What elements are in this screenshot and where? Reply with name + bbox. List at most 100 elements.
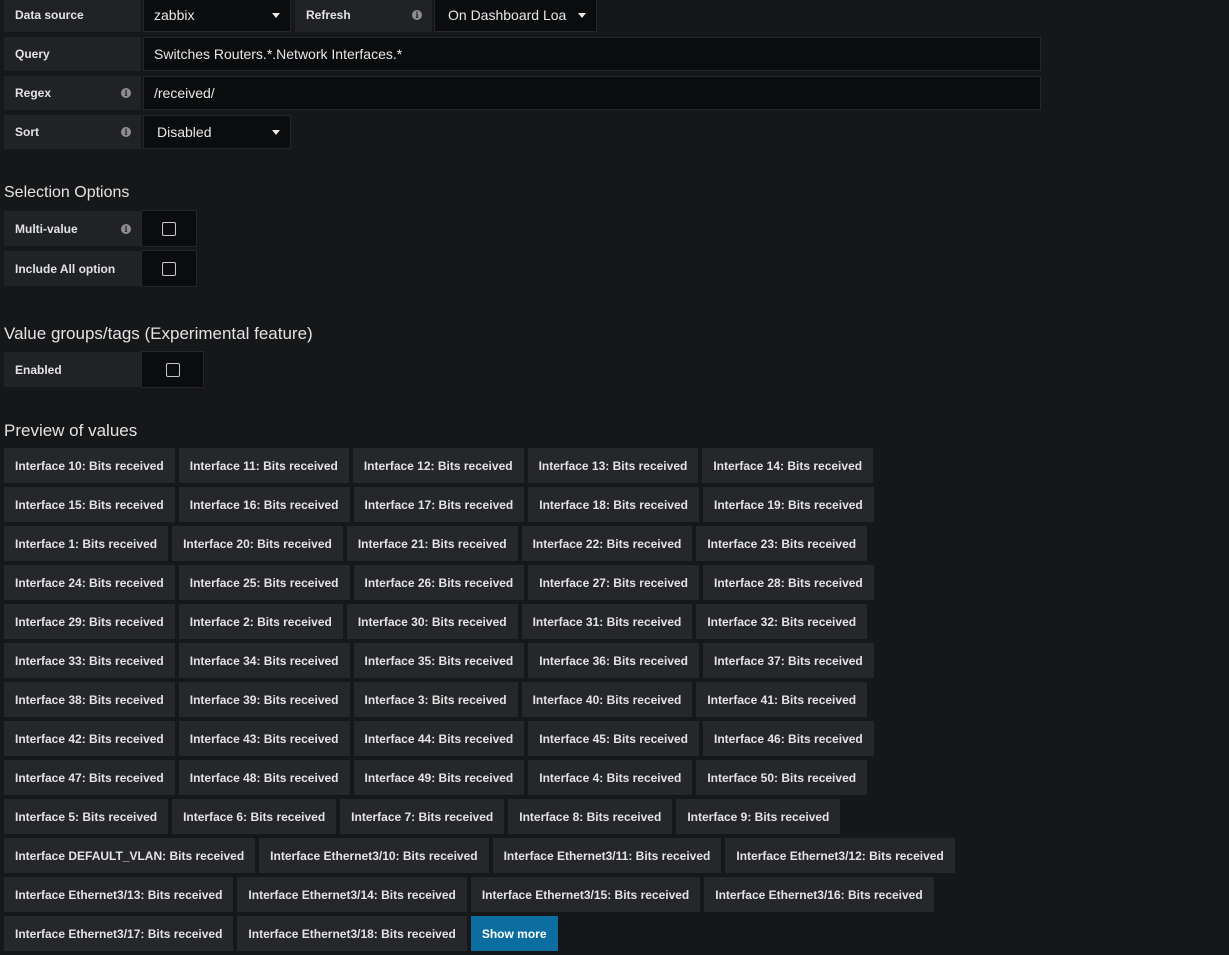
- preview-value-chip: Interface 42: Bits received: [4, 721, 175, 756]
- preview-value-chip: Interface 6: Bits received: [172, 799, 337, 834]
- query-label-text: Query: [15, 47, 50, 61]
- preview-value-chip: Interface 14: Bits received: [702, 448, 874, 483]
- preview-value-chip: Interface 36: Bits received: [528, 643, 699, 678]
- sort-select-value: Disabled: [157, 124, 212, 140]
- preview-value-chip: Interface 29: Bits received: [4, 604, 175, 639]
- sort-label-text: Sort: [15, 125, 39, 139]
- enabled-checkbox[interactable]: [165, 362, 180, 377]
- show-more-button[interactable]: Show more: [470, 916, 558, 951]
- multi-value-label: Multi-value i: [4, 211, 141, 246]
- chevron-down-icon: [272, 130, 280, 135]
- info-icon[interactable]: i: [412, 10, 422, 20]
- preview-value-chip: Interface DEFAULT_VLAN: Bits received: [4, 838, 256, 873]
- preview-value-chip: Interface 10: Bits received: [4, 448, 175, 483]
- preview-value-chip: Interface 20: Bits received: [172, 526, 343, 561]
- datasource-label-text: Data source: [15, 8, 84, 22]
- preview-value-chip: Interface 44: Bits received: [353, 721, 525, 756]
- preview-value-chip: Interface 5: Bits received: [4, 799, 169, 834]
- include-all-label-text: Include All option: [15, 261, 116, 276]
- value-groups-title: Value groups/tags (Experimental feature): [4, 324, 313, 343]
- preview-value-chip: Interface 16: Bits received: [178, 487, 350, 522]
- preview-value-chip: Interface 22: Bits received: [521, 526, 693, 561]
- preview-value-chip: Interface 33: Bits received: [4, 643, 175, 678]
- preview-value-chip: Interface 23: Bits received: [696, 526, 868, 561]
- chevron-down-icon: [272, 13, 280, 18]
- include-all-checkbox-cell[interactable]: [141, 250, 197, 287]
- preview-value-chip: Interface Ethernet3/10: Bits received: [259, 838, 489, 873]
- preview-value-chip: Interface 39: Bits received: [178, 682, 350, 717]
- sort-select[interactable]: Disabled: [143, 115, 291, 149]
- preview-value-chip: Interface 48: Bits received: [178, 760, 350, 795]
- regex-input[interactable]: /received/: [143, 76, 1041, 110]
- datasource-select[interactable]: zabbix: [143, 0, 291, 32]
- preview-value-chip: Interface 18: Bits received: [528, 487, 699, 522]
- preview-value-chip: Interface 3: Bits received: [353, 682, 518, 717]
- enabled-checkbox-cell[interactable]: [141, 351, 204, 388]
- preview-value-chip: Interface 40: Bits received: [521, 682, 693, 717]
- preview-value-chip: Interface 31: Bits received: [521, 604, 693, 639]
- refresh-select-value: On Dashboard Loa: [448, 7, 567, 23]
- preview-value-chip: Interface 46: Bits received: [703, 721, 874, 756]
- preview-value-chip: Interface 32: Bits received: [696, 604, 868, 639]
- preview-value-chip: Interface 41: Bits received: [696, 682, 868, 717]
- preview-value-chip: Interface 49: Bits received: [353, 760, 525, 795]
- preview-value-chip: Interface 7: Bits received: [340, 799, 505, 834]
- preview-value-chip: Interface 26: Bits received: [353, 565, 525, 600]
- preview-value-chip: Interface 19: Bits received: [703, 487, 874, 522]
- preview-value-chip: Interface 28: Bits received: [703, 565, 874, 600]
- chevron-down-icon: [578, 13, 586, 18]
- datasource-select-value: zabbix: [154, 7, 195, 23]
- include-all-label: Include All option: [4, 251, 141, 286]
- multi-value-checkbox[interactable]: [162, 221, 176, 236]
- preview-value-chip: Interface 12: Bits received: [352, 448, 524, 483]
- preview-value-chip: Interface 37: Bits received: [703, 643, 874, 678]
- include-all-checkbox[interactable]: [162, 261, 176, 276]
- selection-options-title: Selection Options: [4, 184, 130, 201]
- preview-value-chip: Interface Ethernet3/16: Bits received: [704, 877, 934, 912]
- refresh-label-text: Refresh: [306, 8, 351, 22]
- info-icon[interactable]: i: [121, 223, 131, 234]
- preview-value-chip: Interface Ethernet3/13: Bits received: [4, 877, 234, 912]
- preview-value-chip: Interface 38: Bits received: [4, 682, 175, 717]
- regex-label: Regex i: [4, 76, 141, 110]
- preview-values-list: Interface 10: Bits received Interface 11:…: [4, 448, 1004, 955]
- preview-value-chip: Interface 21: Bits received: [346, 526, 518, 561]
- info-icon[interactable]: i: [121, 88, 131, 98]
- preview-value-chip: Interface 27: Bits received: [528, 565, 699, 600]
- preview-value-chip: Interface 34: Bits received: [178, 643, 350, 678]
- preview-value-chip: Interface 13: Bits received: [527, 448, 699, 483]
- preview-value-chip: Interface 25: Bits received: [178, 565, 350, 600]
- info-icon[interactable]: i: [121, 127, 131, 137]
- preview-value-chip: Interface Ethernet3/17: Bits received: [4, 916, 234, 951]
- regex-label-text: Regex: [15, 86, 52, 100]
- preview-value-chip: Interface 24: Bits received: [4, 565, 175, 600]
- refresh-select[interactable]: On Dashboard Loa: [434, 0, 597, 32]
- preview-value-chip: Interface Ethernet3/18: Bits received: [237, 916, 467, 951]
- datasource-label: Data source: [4, 0, 141, 32]
- enabled-label: Enabled: [4, 352, 141, 387]
- preview-value-chip: Interface 43: Bits received: [178, 721, 350, 756]
- preview-title: Preview of values: [4, 421, 138, 440]
- preview-value-chip: Interface 15: Bits received: [4, 487, 175, 522]
- preview-value-chip: Interface 35: Bits received: [353, 643, 525, 678]
- preview-value-chip: Interface 8: Bits received: [508, 799, 673, 834]
- query-input[interactable]: Switches Routers.*.Network Interfaces.*: [143, 37, 1041, 71]
- multi-value-checkbox-cell[interactable]: [141, 210, 197, 247]
- preview-value-chip: Interface Ethernet3/11: Bits received: [492, 838, 722, 873]
- preview-value-chip: Interface 2: Bits received: [178, 604, 343, 639]
- preview-value-chip: Interface 45: Bits received: [528, 721, 699, 756]
- enabled-label-text: Enabled: [15, 362, 62, 377]
- preview-value-chip: Interface 11: Bits received: [178, 448, 349, 483]
- multi-value-label-text: Multi-value: [15, 221, 78, 236]
- preview-value-chip: Interface 4: Bits received: [528, 760, 693, 795]
- preview-value-chip: Interface 17: Bits received: [353, 487, 525, 522]
- preview-value-chip: Interface 30: Bits received: [346, 604, 518, 639]
- refresh-label: Refresh i: [295, 0, 432, 32]
- preview-value-chip: Interface Ethernet3/15: Bits received: [470, 877, 701, 912]
- query-input-value: Switches Routers.*.Network Interfaces.*: [154, 46, 403, 62]
- preview-value-chip: Interface 50: Bits received: [696, 760, 868, 795]
- preview-value-chip: Interface 1: Bits received: [4, 526, 169, 561]
- query-label: Query: [4, 37, 141, 71]
- preview-value-chip: Interface Ethernet3/12: Bits received: [725, 838, 955, 873]
- preview-value-chip: Interface 47: Bits received: [4, 760, 175, 795]
